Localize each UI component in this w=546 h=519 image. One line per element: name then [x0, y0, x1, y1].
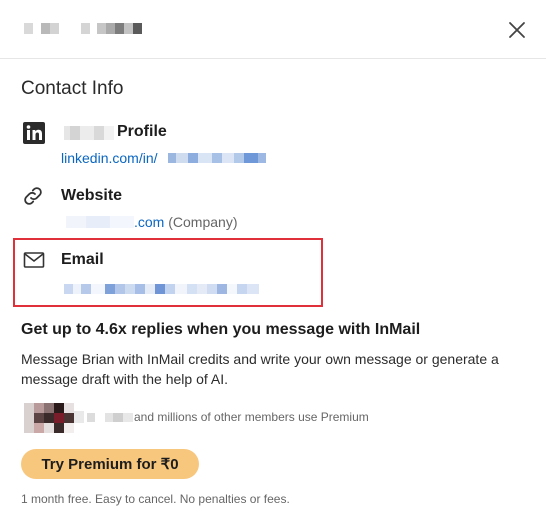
- email-highlight-box: [13, 238, 323, 307]
- link-icon: [21, 184, 45, 208]
- envelope-icon: [22, 248, 46, 272]
- email-address-redacted[interactable]: [64, 284, 259, 294]
- profile-name-redacted: [64, 126, 114, 140]
- website-type: (Company): [168, 214, 238, 230]
- website-domain: .com: [134, 214, 165, 230]
- profile-url-redacted: [168, 153, 266, 163]
- website-domain-redacted: [66, 216, 134, 228]
- profile-label: Profile: [117, 123, 167, 140]
- member-names-redacted: [87, 413, 133, 422]
- inmail-headline: Get up to 4.6x replies when you message …: [21, 321, 421, 338]
- website-label: Website: [61, 187, 123, 204]
- member-avatars: [24, 403, 84, 433]
- premium-footnote: 1 month free. Easy to cancel. No penalti…: [21, 492, 290, 506]
- email-label: Email: [61, 251, 104, 268]
- close-button[interactable]: [504, 17, 530, 43]
- modal-title-redacted: [24, 23, 142, 34]
- try-premium-button[interactable]: Try Premium for ₹0: [21, 449, 199, 479]
- inmail-description: Message Brian with InMail credits and wr…: [21, 351, 499, 387]
- section-title: Contact Info: [21, 78, 124, 99]
- premium-members-text: and millions of other members use Premiu…: [134, 410, 369, 424]
- website-link[interactable]: .com (Company): [134, 214, 237, 230]
- profile-url-link[interactable]: linkedin.com/in/: [61, 150, 158, 166]
- modal-header: [0, 0, 546, 59]
- linkedin-icon: [22, 121, 46, 145]
- profile-url-prefix: linkedin.com/in/: [61, 150, 158, 166]
- close-icon: [509, 22, 525, 38]
